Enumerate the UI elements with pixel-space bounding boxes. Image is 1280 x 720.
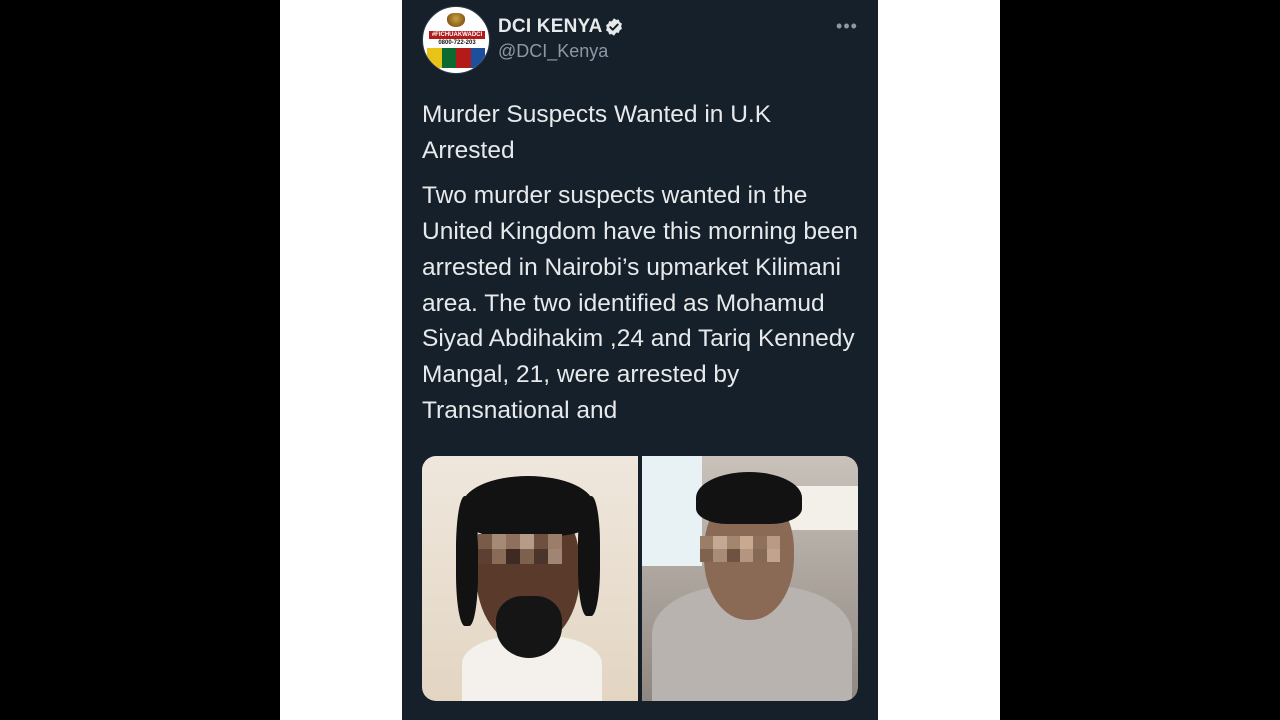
author-avatar[interactable]: #FICHUAKWADCI 0800-722-203 [422,6,490,74]
window [642,456,702,566]
suspect-photo-1[interactable] [422,456,638,701]
avatar-stripes [427,48,485,68]
suspect-1-locs-right [578,496,600,616]
verified-badge-icon [606,18,622,36]
tweet-card[interactable]: #FICHUAKWADCI 0800-722-203 DCI KENYA @DC… [402,0,878,720]
suspect-1-beard [496,596,562,658]
avatar-hashtag: #FICHUAKWADCI [429,31,485,39]
suspect-2-hair [696,472,802,524]
suspect-1-locs-left [456,496,478,626]
tweet-media-grid[interactable] [422,456,858,701]
author-display-name[interactable]: DCI KENYA [498,16,603,38]
face-blur [700,536,780,562]
crest-icon [447,13,465,27]
suspect-photo-2[interactable] [642,456,858,701]
tweet-body: Two murder suspects wanted in the United… [422,182,858,424]
suspect-1-hair [462,476,594,536]
author-handle[interactable]: @DCI_Kenya [498,41,608,62]
tweet-text: Murder Suspects Wanted in U.K Arrested T… [422,97,862,428]
ellipsis-icon[interactable]: ••• [834,16,860,36]
tweet-headline: Murder Suspects Wanted in U.K Arrested [422,101,772,164]
face-blur [478,534,562,564]
avatar-phone: 0800-722-203 [438,40,476,46]
